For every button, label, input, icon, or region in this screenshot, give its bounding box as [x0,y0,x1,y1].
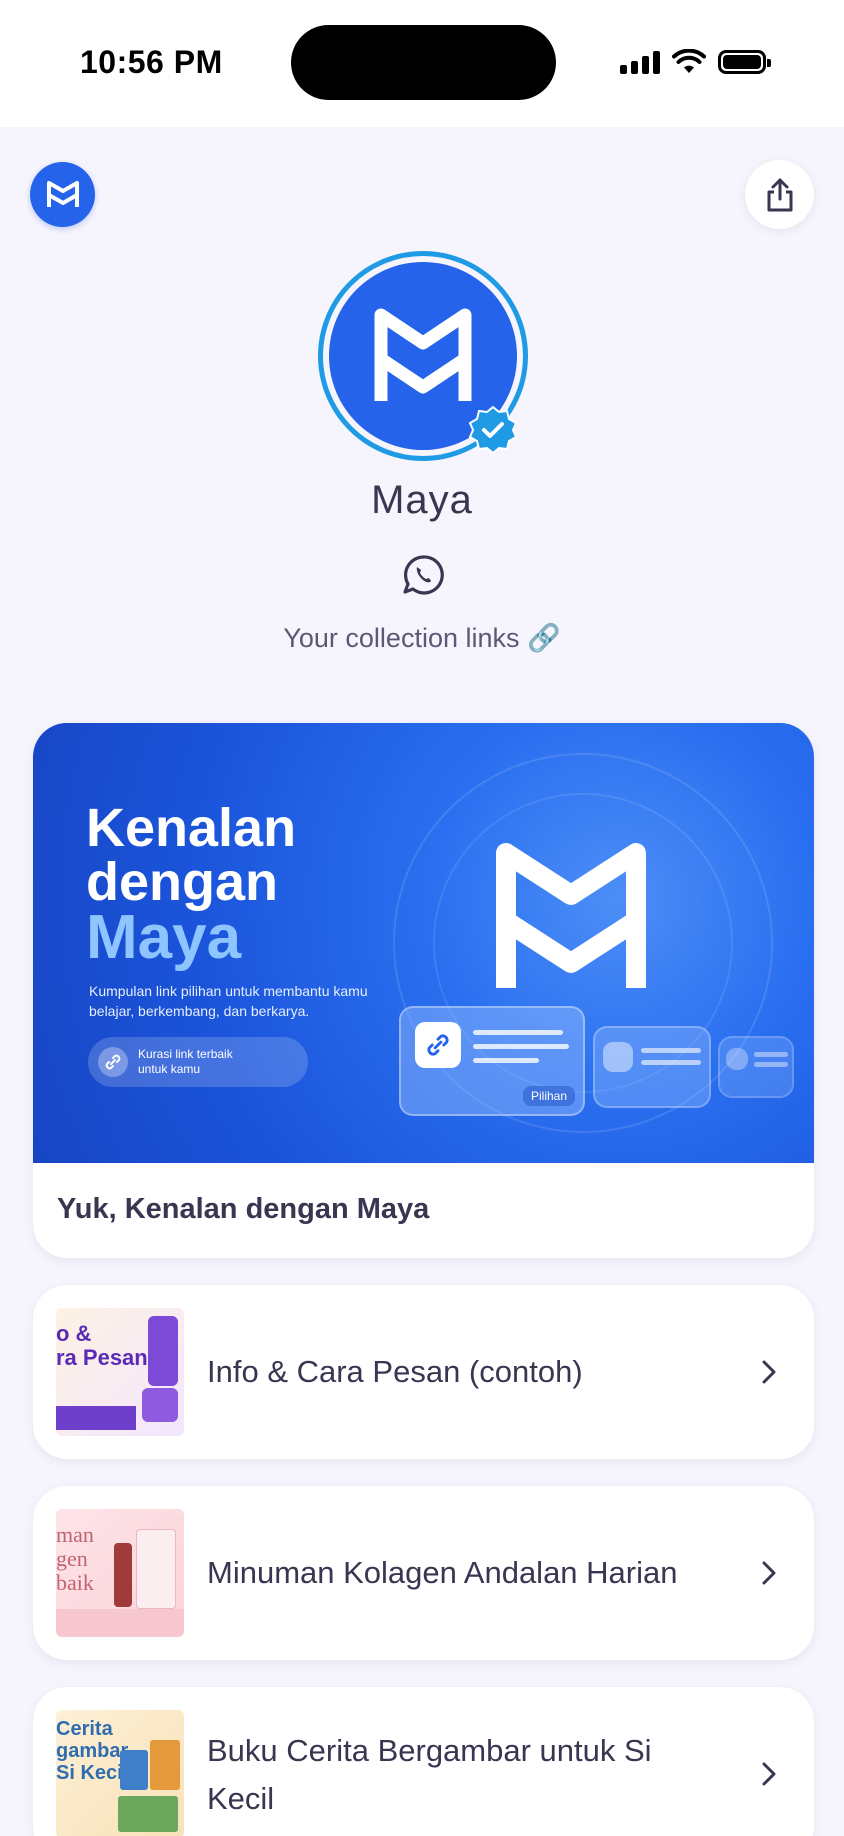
star-icon [726,1048,748,1070]
status-time: 10:56 PM [80,44,223,80]
link-thumbnail: man gen baik [56,1509,184,1637]
link-label: Minuman Kolagen Andalan Harian [207,1555,678,1590]
wifi-icon [672,49,706,73]
whatsapp-icon[interactable] [402,554,444,596]
dynamic-island [291,25,556,100]
link-item-minuman-kolagen[interactable]: man gen baik Minuman Kolagen Andalan Har… [33,1486,814,1660]
banner-title: Kenalan dengan Maya [86,798,297,972]
mini-card [593,1026,711,1108]
book-icon [603,1042,633,1072]
featured-link-card[interactable]: Kenalan dengan Maya Kumpulan link piliha… [33,723,814,1258]
battery-icon [718,50,771,74]
link-thumbnail: Cerita gambar Si Kecil [56,1710,184,1836]
link-thumbnail: o & ra Pesan [56,1308,184,1436]
maya-logo-icon [46,180,79,207]
banner-subtitle: Kumpulan link pilihan untuk membantu kam… [89,983,368,1019]
profile-bio: Your collection links 🔗 [283,623,561,653]
share-button[interactable] [745,160,814,229]
featured-link-title: Yuk, Kenalan dengan Maya [57,1193,430,1225]
mini-card: Pilihan [399,1006,585,1116]
verified-badge-icon [468,405,518,455]
brand-home-button[interactable] [30,162,95,227]
status-bar: 10:56 PM [0,0,844,127]
link-label: Info & Cara Pesan (contoh) [207,1354,583,1389]
maya-logo-icon [496,843,646,988]
profile-name: Maya [371,478,473,522]
featured-banner-image: Kenalan dengan Maya Kumpulan link piliha… [33,723,814,1163]
status-icons [620,46,771,78]
chevron-right-icon [762,1762,776,1786]
link-item-info-cara-pesan[interactable]: o & ra Pesan Info & Cara Pesan (contoh) [33,1285,814,1459]
link-label: Buku Cerita Bergambar untuk Si Kecil [207,1733,652,1816]
mini-card [718,1036,794,1098]
maya-logo-icon [374,308,472,401]
share-icon [767,178,792,211]
cellular-signal-icon [620,50,660,74]
banner-pill: Kurasi link terbaik untuk kamu [88,1037,308,1087]
link-icon [98,1047,128,1077]
chevron-right-icon [762,1561,776,1585]
link-icon [415,1022,461,1068]
link-item-buku-cerita[interactable]: Cerita gambar Si Kecil Buku Cerita Berga… [33,1687,814,1836]
chevron-right-icon [762,1360,776,1384]
